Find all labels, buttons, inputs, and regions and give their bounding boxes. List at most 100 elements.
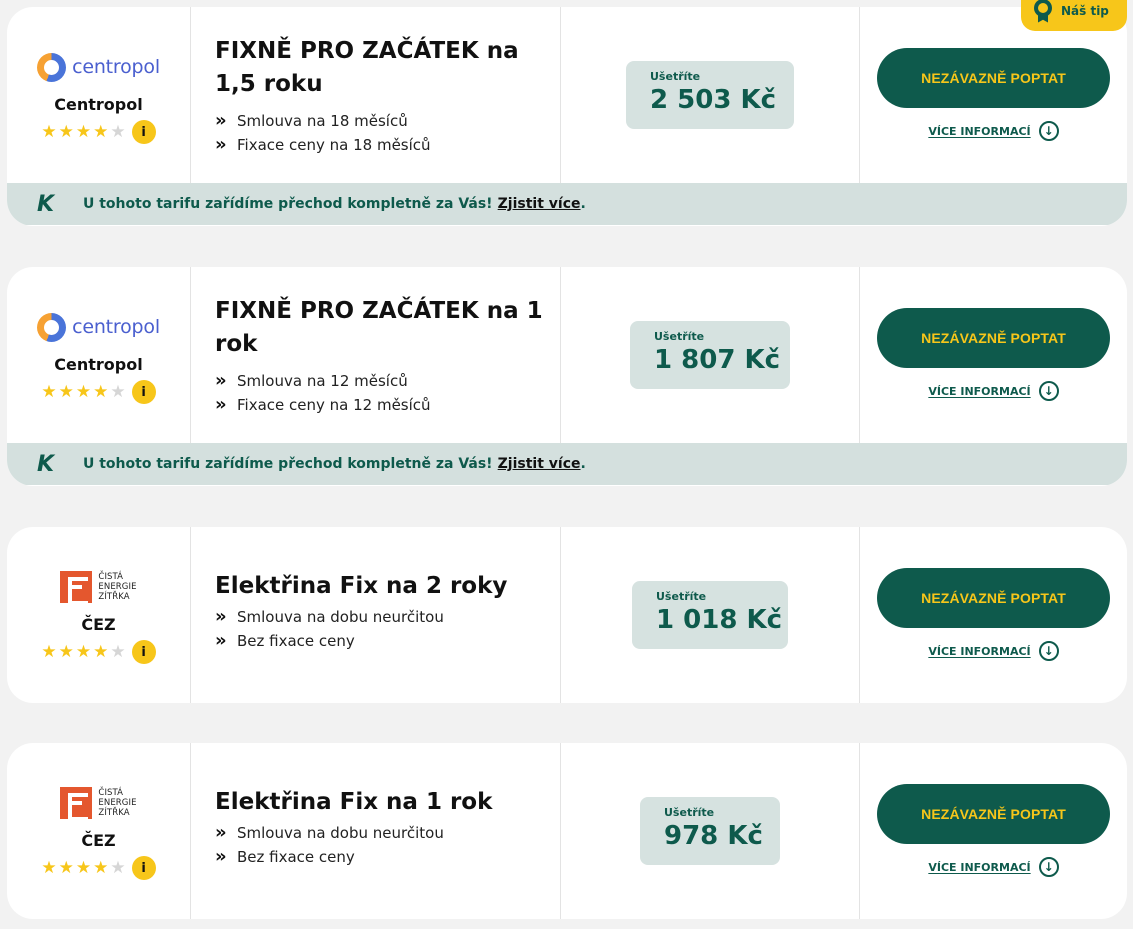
provider-column: ČISTÁ ENERGIE ZÍTŘKA ČEZ ★ ★ ★ ★ ★ i [7, 527, 191, 703]
star-icon: ★ [41, 642, 57, 662]
arrow-down-circle-icon[interactable]: ↓ [1038, 381, 1059, 401]
banner-link[interactable]: Zjistit více [498, 456, 581, 472]
centropol-logo-icon [37, 312, 67, 342]
star-icon: ★ [75, 642, 92, 662]
kalkulator-k-icon: K [37, 451, 55, 477]
rating: ★ ★ ★ ★ ★ i [41, 380, 156, 404]
tariff-card: ČISTÁ ENERGIE ZÍTŘKA ČEZ ★ ★ ★ ★ ★ i Ele… [7, 743, 1127, 919]
star-icon: ★ [41, 858, 57, 878]
banner-text: U tohoto tarifu zařídíme přechod komplet… [83, 456, 493, 472]
star-icon: ★ [41, 122, 57, 142]
info-icon[interactable]: i [131, 640, 156, 664]
banner-text: U tohoto tarifu zařídíme přechod komplet… [83, 196, 493, 212]
logo-line: ČISTÁ [98, 788, 124, 798]
our-tip-label: Náš tip [1061, 3, 1109, 18]
info-icon[interactable]: i [131, 856, 156, 880]
star-empty-icon: ★ [110, 858, 126, 878]
switch-banner: K U tohoto tarifu zařídíme přechod kompl… [7, 443, 1127, 485]
inquiry-button[interactable]: NEZÁVAZNĚ POPTAT [877, 784, 1110, 844]
provider-name: Centropol [54, 355, 143, 374]
more-info-link[interactable]: VÍCE INFORMACÍ ↓ [928, 121, 1059, 141]
tariff-title: Elektřina Fix na 1 rok [215, 789, 493, 815]
star-empty-icon: ★ [110, 122, 126, 142]
feature-item: » Fixace ceny na 12 měsíců [215, 393, 560, 417]
arrow-down-circle-icon[interactable]: ↓ [1038, 641, 1059, 661]
feature-text: Bez fixace ceny [237, 848, 355, 866]
more-info-label[interactable]: VÍCE INFORMACÍ [928, 645, 1030, 658]
banner-end: . [580, 196, 586, 212]
logo-line: ČISTÁ [98, 572, 124, 582]
provider-logo: centropol [37, 51, 160, 83]
inquiry-button[interactable]: NEZÁVAZNĚ POPTAT [877, 308, 1110, 368]
feature-text: Fixace ceny na 12 měsíců [237, 396, 431, 414]
provider-logo: centropol [37, 311, 160, 343]
star-icon: ★ [75, 382, 92, 402]
feature-text: Smlouva na 18 měsíců [237, 112, 408, 130]
savings-amount: 1 018 Kč [656, 605, 783, 635]
double-chevron-icon: » [215, 846, 227, 867]
feature-list: » Smlouva na dobu neurčitou » Bez fixace c… [215, 821, 560, 869]
provider-column: ČISTÁ ENERGIE ZÍTŘKA ČEZ ★ ★ ★ ★ ★ i [7, 743, 191, 919]
inquiry-button[interactable]: NEZÁVAZNĚ POPTAT [877, 568, 1110, 628]
savings-amount: 2 503 Kč [650, 85, 777, 115]
cez-logo-icon [60, 571, 93, 605]
logo-line: ZÍTŘKA [98, 808, 130, 818]
savings-label: Ušetříte [650, 70, 701, 83]
feature-list: » Smlouva na 12 měsíců » Fixace ceny na 12… [215, 369, 560, 417]
tariff-details: Elektřina Fix na 1 rok » Smlouva na dobu … [191, 743, 561, 919]
star-icon: ★ [58, 122, 74, 142]
logo-text: centropol [72, 56, 160, 78]
more-info-link[interactable]: VÍCE INFORMACÍ ↓ [928, 381, 1059, 401]
logo-text: ČISTÁ ENERGIE ZÍTŘKA [98, 572, 136, 602]
double-chevron-icon: » [215, 110, 227, 131]
savings-label: Ušetříte [664, 806, 715, 819]
savings-column: Ušetříte 1 807 Kč [561, 267, 860, 443]
arrow-down-circle-icon[interactable]: ↓ [1038, 121, 1059, 141]
our-tip-badge: Náš tip [1021, 0, 1127, 31]
tariff-details: FIXNĚ PRO ZAČÁTEK na 1,5 roku » Smlouva n… [191, 7, 561, 183]
provider-name: ČEZ [81, 831, 116, 850]
provider-column: centropol Centropol ★ ★ ★ ★ ★ i [7, 7, 191, 183]
more-info-link[interactable]: VÍCE INFORMACÍ ↓ [928, 641, 1059, 661]
tariff-title: Elektřina Fix na 2 roky [215, 573, 508, 599]
centropol-logo-icon [37, 52, 67, 82]
action-column: NEZÁVAZNĚ POPTAT VÍCE INFORMACÍ ↓ [860, 527, 1127, 703]
info-icon[interactable]: i [131, 120, 156, 144]
savings-label: Ušetříte [654, 330, 705, 343]
star-empty-icon: ★ [110, 382, 126, 402]
feature-text: Smlouva na 12 měsíců [237, 372, 408, 390]
arrow-down-circle-icon[interactable]: ↓ [1038, 857, 1059, 877]
action-column: NEZÁVAZNĚ POPTAT VÍCE INFORMACÍ ↓ [860, 267, 1127, 443]
more-info-label[interactable]: VÍCE INFORMACÍ [928, 385, 1030, 398]
more-info-label[interactable]: VÍCE INFORMACÍ [928, 861, 1030, 874]
tariff-details: Elektřina Fix na 2 roky » Smlouva na dobu… [191, 527, 561, 703]
feature-item: » Smlouva na 12 měsíců [215, 369, 560, 393]
info-icon[interactable]: i [131, 380, 156, 404]
double-chevron-icon: » [215, 606, 227, 627]
savings-box: Ušetříte 1 018 Kč [632, 581, 788, 649]
feature-text: Smlouva na dobu neurčitou [237, 608, 444, 626]
double-chevron-icon: » [215, 822, 227, 843]
provider-column: centropol Centropol ★ ★ ★ ★ ★ i [7, 267, 191, 443]
double-chevron-icon: » [215, 630, 227, 651]
logo-line: ZÍTŘKA [98, 592, 130, 602]
star-icon: ★ [58, 382, 74, 402]
tariff-details: FIXNĚ PRO ZAČÁTEK na 1 rok » Smlouva na 1… [191, 267, 561, 443]
more-info-link[interactable]: VÍCE INFORMACÍ ↓ [928, 857, 1059, 877]
double-chevron-icon: » [215, 370, 227, 391]
star-icon: ★ [93, 642, 109, 662]
cez-logo-icon [60, 787, 93, 821]
star-icon: ★ [58, 642, 74, 662]
more-info-label[interactable]: VÍCE INFORMACÍ [928, 125, 1030, 138]
star-empty-icon: ★ [110, 642, 126, 662]
inquiry-button[interactable]: NEZÁVAZNĚ POPTAT [877, 48, 1110, 108]
double-chevron-icon: » [215, 394, 227, 415]
savings-box: Ušetříte 1 807 Kč [630, 321, 790, 389]
rating: ★ ★ ★ ★ ★ i [41, 120, 156, 144]
tariff-title: FIXNĚ PRO ZAČÁTEK na 1 rok [215, 298, 543, 357]
star-icon: ★ [58, 858, 74, 878]
savings-column: Ušetříte 2 503 Kč [561, 7, 860, 183]
banner-link[interactable]: Zjistit více [498, 196, 581, 212]
action-column: NEZÁVAZNĚ POPTAT VÍCE INFORMACÍ ↓ [860, 743, 1127, 919]
savings-box: Ušetříte 978 Kč [640, 797, 780, 865]
